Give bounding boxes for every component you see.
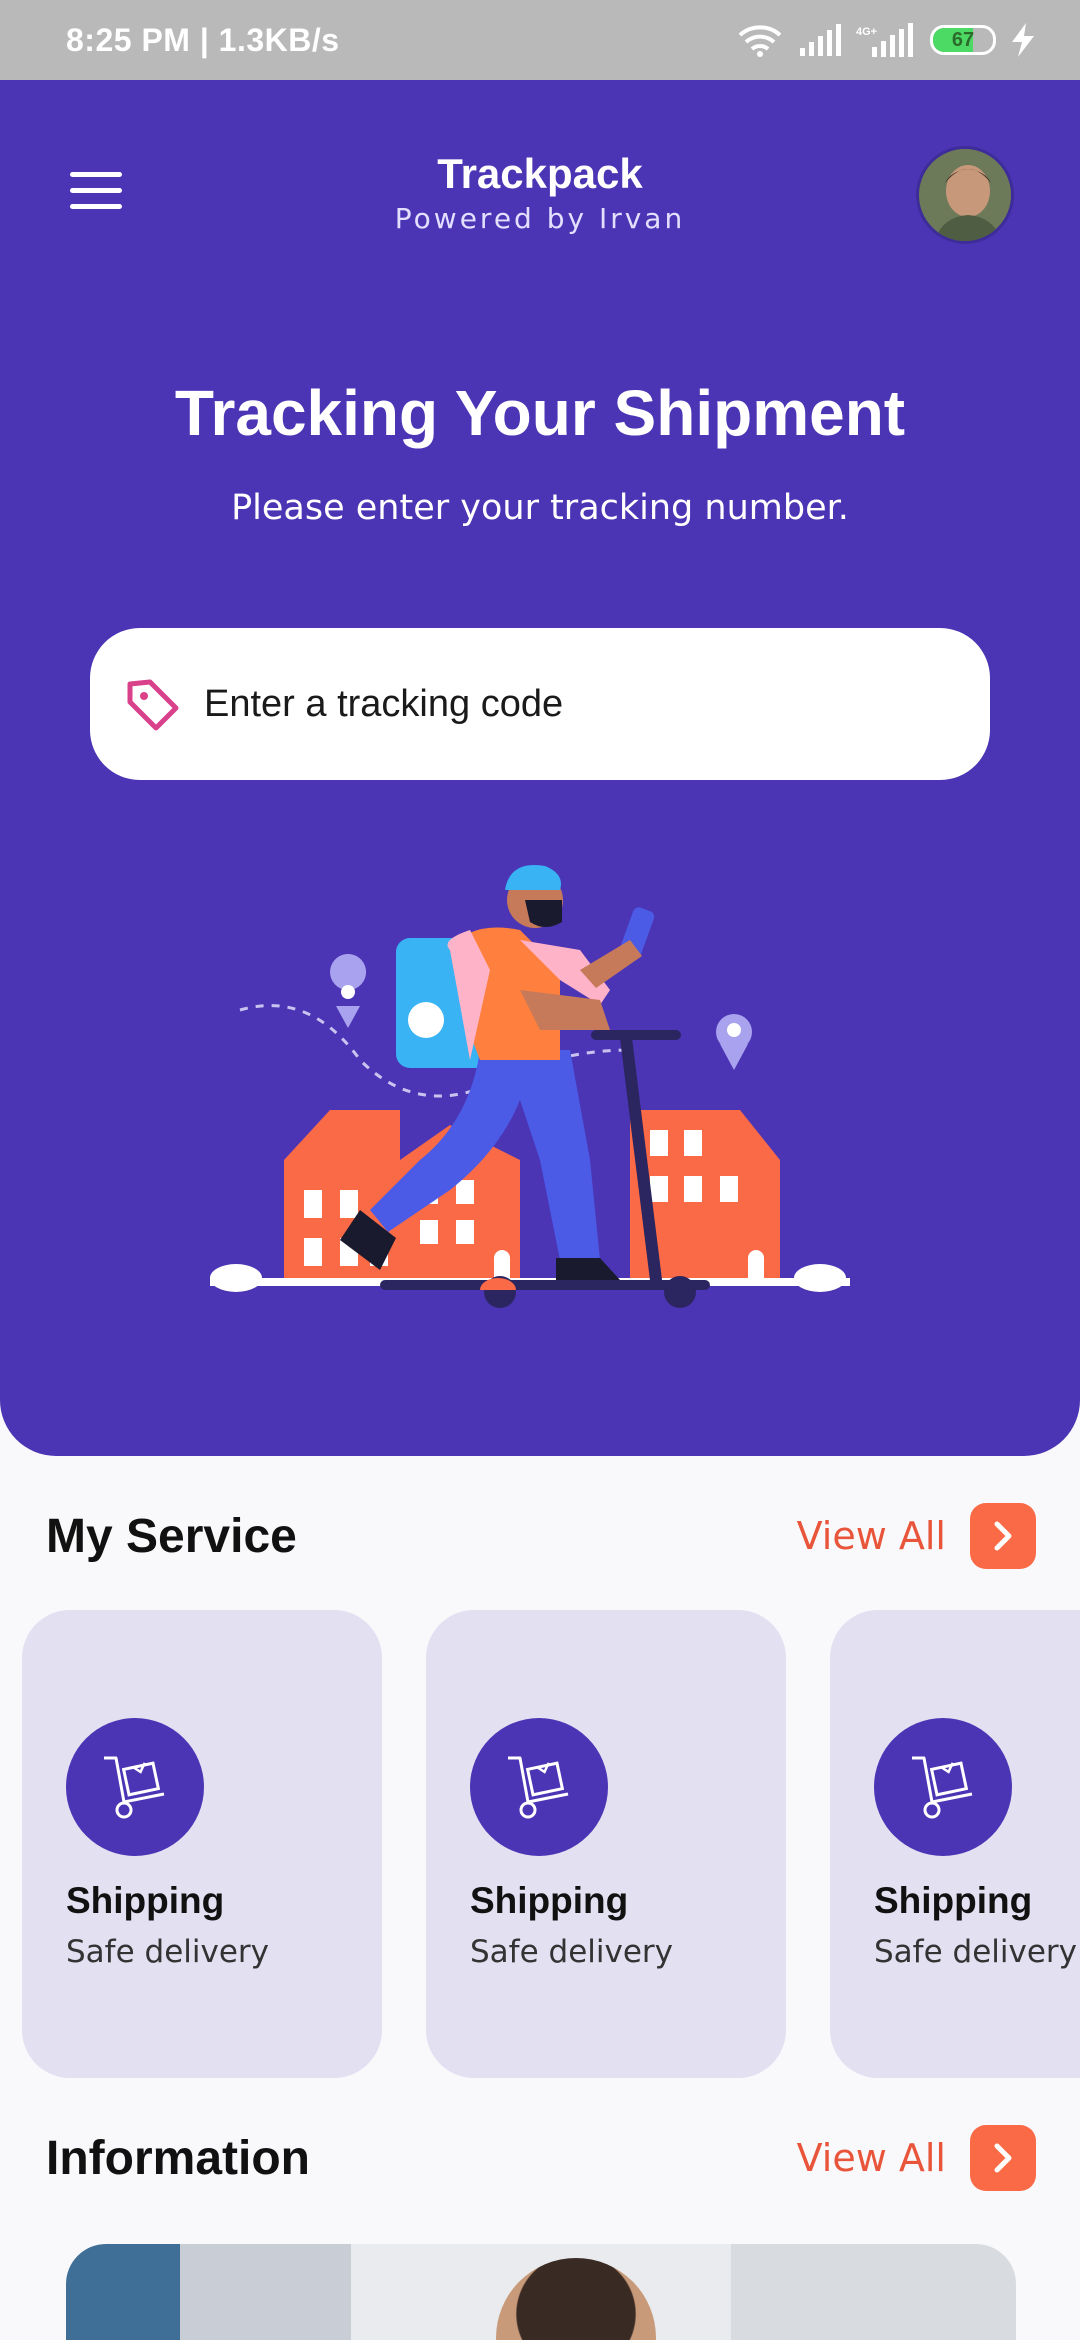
- service-card[interactable]: Shipping Safe delivery: [830, 1610, 1080, 2078]
- card-subtitle: Safe delivery: [66, 1934, 269, 1970]
- service-card[interactable]: Shipping Safe delivery: [22, 1610, 382, 2078]
- service-card[interactable]: Shipping Safe delivery: [426, 1610, 786, 2078]
- information-header: Information View All: [46, 2118, 1036, 2198]
- card-title: Shipping: [470, 1880, 629, 1921]
- view-all-label[interactable]: View All: [797, 2136, 946, 2180]
- delivery-illustration: [210, 865, 850, 1308]
- status-bar: 8:25 PM | 1.3KB/s 4G+ 67: [0, 0, 1080, 80]
- cart-icon: [874, 1718, 1012, 1856]
- information-title: Information: [46, 2131, 310, 2185]
- hero-panel: Trackpack Powered by Irvan Tracking Your…: [0, 80, 1080, 1456]
- my-service-title: My Service: [46, 1509, 297, 1563]
- service-cards: Shipping Safe delivery Shipping Safe del…: [22, 1610, 1080, 2078]
- page-title: Tracking Your Shipment: [174, 377, 906, 449]
- information-card-image[interactable]: [66, 2244, 1016, 2340]
- my-service-view-all[interactable]: View All: [797, 1503, 1036, 1569]
- view-all-button[interactable]: [970, 1503, 1036, 1569]
- information-view-all[interactable]: View All: [797, 2125, 1036, 2191]
- card-title: Shipping: [66, 1880, 225, 1921]
- battery-icon: 67: [930, 25, 996, 55]
- svg-text:4G+: 4G+: [856, 26, 877, 38]
- tag-icon: [127, 679, 179, 731]
- charging-icon: [1012, 23, 1034, 57]
- pin-left-icon: [330, 954, 367, 1028]
- view-all-label[interactable]: View All: [797, 1514, 946, 1558]
- card-title: Shipping: [874, 1880, 1033, 1921]
- status-icons: 4G+ 67: [736, 23, 1036, 57]
- battery-level: 67: [951, 28, 975, 51]
- card-subtitle: Safe delivery: [874, 1934, 1077, 1970]
- card-subtitle: Safe delivery: [470, 1934, 673, 1970]
- status-time: 8:25 PM | 1.3KB/s: [66, 21, 340, 58]
- chevron-right-icon: [994, 1521, 1012, 1551]
- view-all-button[interactable]: [970, 2125, 1036, 2191]
- cart-icon: [470, 1718, 608, 1856]
- cart-icon: [66, 1718, 204, 1856]
- pin-right-icon: [716, 1014, 752, 1070]
- tracking-code-input[interactable]: [204, 682, 964, 726]
- chevron-right-icon: [994, 2143, 1012, 2173]
- wifi-icon: [738, 25, 782, 57]
- my-service-header: My Service View All: [46, 1496, 1036, 1576]
- avatar[interactable]: [916, 146, 1014, 244]
- signal-4g-icon: 4G+: [856, 23, 913, 57]
- person-photo: [496, 2258, 656, 2340]
- signal-icon: [800, 24, 841, 56]
- page-subtitle: Please enter your tracking number.: [231, 488, 849, 528]
- tracking-search-box[interactable]: [90, 628, 990, 780]
